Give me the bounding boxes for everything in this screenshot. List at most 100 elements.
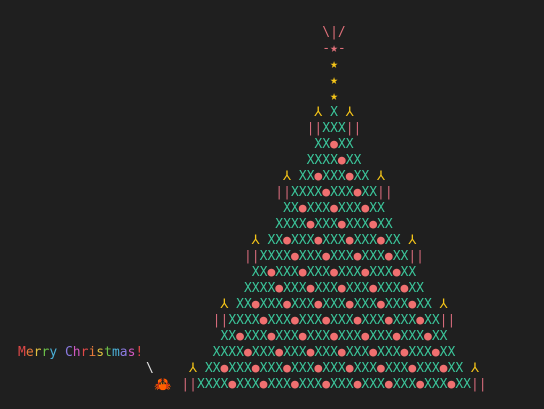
ornament: ● [345, 233, 354, 248]
ornament: ● [369, 217, 378, 232]
tree-segment: XXX [236, 377, 260, 392]
merry-christmas-text: Merry Christmas! [18, 345, 143, 361]
tree-segment: XXX [353, 233, 378, 248]
tree-line: ⅄ XX●XXX●XX ⅄ [62, 169, 544, 185]
tree-segment: XXX [314, 281, 338, 296]
tree-line: XXXX●XXX●XXX●XXX●XXX●XX [62, 281, 544, 297]
tree-line: ||XXX|| [62, 121, 544, 137]
tree-segment: XXX [345, 281, 370, 296]
tree-segment: XXX [298, 377, 323, 392]
tree-segment: XXX [275, 329, 299, 344]
tree-segment: XX [447, 361, 464, 376]
ornament: ● [369, 281, 378, 296]
tree-segment: XXX [361, 313, 385, 328]
tree-segment: XXX [228, 361, 252, 376]
tree-segment: XX [455, 377, 471, 392]
tree-segment: XXX [345, 345, 370, 360]
tree-segment: XXX [416, 361, 440, 376]
ornament: ● [384, 313, 393, 328]
tree-line: ⅄ XX●XXX●XXX●XXX●XXX●XXX●XXX●XXX●XX ⅄ [62, 361, 544, 377]
tree-segment: ⅄ [314, 105, 331, 120]
tree-segment: XXX [314, 217, 338, 232]
ornament: ● [322, 185, 331, 200]
tree-line: ⅄ X ⅄ [62, 105, 544, 121]
ornament: ● [408, 297, 417, 312]
star-icon: ★ [330, 89, 338, 104]
tree-segment: XXX [322, 297, 346, 312]
tree-segment: ⅄ [463, 361, 479, 376]
tree-segment: XXX [337, 265, 362, 280]
tree-line: ⅄ XX●XXX●XXX●XXX●XX ⅄ [62, 233, 544, 249]
greeting-letter: h [72, 345, 81, 360]
tree-segment: ⅄ [369, 169, 385, 184]
tree-segment: XX [377, 217, 393, 232]
tree-segment: || [181, 377, 197, 392]
ornament: ● [392, 265, 401, 280]
ornament: ● [337, 153, 346, 168]
ornament: ● [384, 249, 393, 264]
ornament: ● [424, 329, 432, 344]
ornament: ● [298, 265, 307, 280]
tree-segment: XXX [290, 297, 315, 312]
tree-line: -★- [62, 41, 544, 57]
ornament: ● [243, 345, 252, 360]
tree-segment: XX [369, 201, 385, 216]
tree-segment: XXXX [306, 153, 338, 168]
tree-segment: XXX [392, 313, 417, 328]
tree-segment: XXXX [259, 249, 291, 264]
ornament: ● [416, 377, 425, 392]
greeting-letter [57, 345, 65, 360]
tree-segment: || [275, 185, 291, 200]
crab-antenna-slash: \ [146, 361, 154, 376]
ornament: ● [298, 329, 307, 344]
tree-segment: XXX [259, 361, 284, 376]
ornament: ● [345, 169, 354, 184]
tree-segment: XX [220, 329, 237, 344]
ornament: ● [337, 217, 346, 232]
tree-segment: XX [204, 361, 221, 376]
tree-segment: || [212, 313, 229, 328]
tree-segment: XX [298, 169, 315, 184]
tree-line: XXXX●XXX●XXX●XX [62, 217, 544, 233]
tree-segment: XXX [283, 345, 307, 360]
tree-segment: ⅄ [431, 297, 448, 312]
ornament: ● [330, 201, 338, 216]
ornament: ● [345, 361, 354, 376]
ornament: ● [369, 345, 378, 360]
tree-segment: XXX [337, 201, 362, 216]
tree-segment: XXX [322, 233, 346, 248]
ornament: ● [290, 377, 299, 392]
tree-segment: XX [361, 185, 378, 200]
tree-segment: XXX [392, 377, 417, 392]
tree-segment: XXXX [290, 185, 323, 200]
tree-segment: || [377, 185, 393, 200]
greeting-letter: ! [135, 345, 144, 360]
star-icon: ★ [330, 73, 338, 88]
greeting-letter: a [119, 345, 128, 360]
tree-segment: XX [236, 297, 252, 312]
greeting-letter: t [104, 345, 112, 360]
tree-segment: XXX [424, 377, 448, 392]
ornament: ● [377, 297, 385, 312]
tree-segment: XXX [322, 121, 346, 136]
tree-line: XXXX●XX [62, 153, 544, 169]
ornament: ● [290, 313, 299, 328]
tree-segment: XXX [369, 265, 393, 280]
tree-segment: XXXX [275, 217, 307, 232]
tree-segment: XXX [290, 361, 315, 376]
tree-segment: X [330, 105, 338, 120]
tree-segment: XXX [314, 345, 338, 360]
tree-segment: XXX [369, 329, 393, 344]
ornament: ● [337, 281, 346, 296]
tree-segment: XXX [377, 345, 401, 360]
tree-line: XX●XXX●XXX●XXX●XXX●XXX●XXX●XX [62, 329, 544, 345]
tree-segment: XXX [306, 201, 331, 216]
tree-line: ||XXXX●XXX●XXX●XXX●XXX●XXX●XXX●XXX●XX|| [62, 377, 544, 393]
greeting-letter: M [18, 345, 26, 360]
tree-segment: XX [267, 233, 284, 248]
ornament: ● [322, 249, 331, 264]
tree-segment: XX [251, 265, 268, 280]
tree-line: ||XXXX●XXX●XXX●XXX●XX|| [62, 249, 544, 265]
tree-segment: XXX [298, 249, 323, 264]
tree-segment: XX [283, 201, 299, 216]
